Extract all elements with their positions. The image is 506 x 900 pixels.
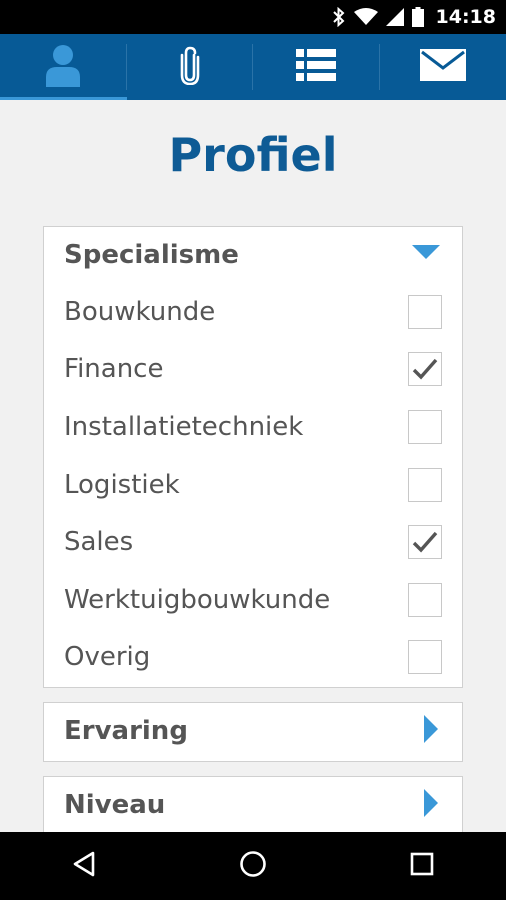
person-icon: [43, 43, 83, 91]
option-row-installatietechniek[interactable]: Installatietechniek: [44, 398, 462, 456]
nav-back-button[interactable]: [54, 836, 114, 896]
tab-bar: [0, 34, 506, 100]
checkbox-overig[interactable]: [408, 640, 442, 675]
list-icon: [296, 49, 337, 85]
section-title-specialisme: Specialisme: [64, 240, 239, 270]
bluetooth-icon: [332, 7, 346, 27]
option-label: Logistiek: [64, 469, 180, 500]
nav-bar: [0, 832, 506, 900]
section-niveau: Niveau: [43, 776, 463, 836]
checkbox-logistiek[interactable]: [408, 467, 442, 502]
back-icon: [72, 851, 96, 881]
section-header-ervaring[interactable]: Ervaring: [44, 703, 462, 759]
option-row-bouwkunde[interactable]: Bouwkunde: [44, 283, 462, 341]
option-label: Finance: [64, 354, 164, 385]
section-ervaring: Ervaring: [43, 702, 463, 762]
section-title-niveau: Niveau: [64, 790, 166, 820]
checkmark-icon: [412, 532, 438, 553]
tab-profile[interactable]: [0, 34, 127, 100]
section-header-specialisme[interactable]: Specialisme: [44, 227, 462, 283]
option-label: Overig: [64, 642, 151, 673]
option-label: Sales: [64, 527, 134, 558]
paperclip-icon: [179, 45, 201, 89]
cell-signal-icon: [385, 8, 404, 26]
section-title-ervaring: Ervaring: [64, 716, 188, 746]
status-icons: 14:18: [332, 0, 506, 34]
option-row-logistiek[interactable]: Logistiek: [44, 456, 462, 514]
triangle-right-icon: [424, 789, 440, 821]
recents-icon: [410, 852, 434, 880]
tab-attachments[interactable]: [127, 34, 253, 100]
envelope-icon: [419, 49, 466, 85]
checkmark-icon: [412, 359, 438, 380]
checkbox-bouwkunde[interactable]: [408, 294, 442, 329]
checkbox-sales[interactable]: [408, 525, 442, 560]
triangle-down-icon: [412, 245, 440, 265]
option-row-sales[interactable]: Sales: [44, 513, 462, 571]
nav-home-button[interactable]: [223, 836, 283, 896]
status-time: 14:18: [435, 6, 496, 28]
tab-messages[interactable]: [380, 34, 506, 100]
option-row-finance[interactable]: Finance: [44, 341, 462, 399]
home-icon: [239, 850, 267, 882]
checkbox-installatietechniek[interactable]: [408, 409, 442, 444]
section-specialisme: Specialisme Bouwkunde Finance Installati…: [43, 226, 463, 688]
battery-icon: [411, 7, 424, 27]
nav-recents-button[interactable]: [392, 836, 452, 896]
option-row-werktuigbouwkunde[interactable]: Werktuigbouwkunde: [44, 571, 462, 629]
option-row-overig[interactable]: Overig: [44, 629, 462, 687]
status-bar: 14:18: [0, 0, 506, 34]
checkbox-finance[interactable]: [408, 352, 442, 387]
option-label: Installatietechniek: [64, 411, 304, 442]
page-title: Profiel: [168, 128, 338, 182]
option-label: Bouwkunde: [64, 296, 216, 327]
wifi-icon: [353, 8, 378, 26]
tab-list[interactable]: [253, 34, 380, 100]
triangle-right-icon: [424, 715, 440, 747]
option-label: Werktuigbouwkunde: [64, 584, 331, 615]
checkbox-werktuigbouwkunde[interactable]: [408, 582, 442, 617]
section-header-niveau[interactable]: Niveau: [44, 777, 462, 833]
